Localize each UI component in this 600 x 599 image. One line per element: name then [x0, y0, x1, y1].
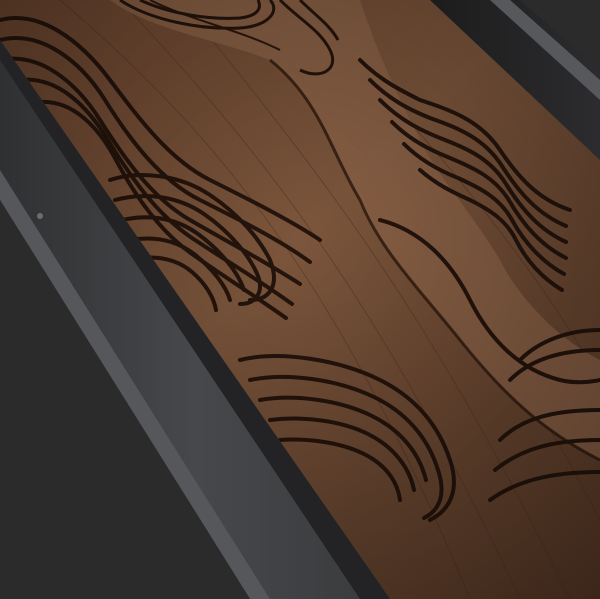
screw-icon: [37, 213, 43, 219]
relief-illustration: [0, 0, 600, 599]
photo-scene: [0, 0, 600, 599]
